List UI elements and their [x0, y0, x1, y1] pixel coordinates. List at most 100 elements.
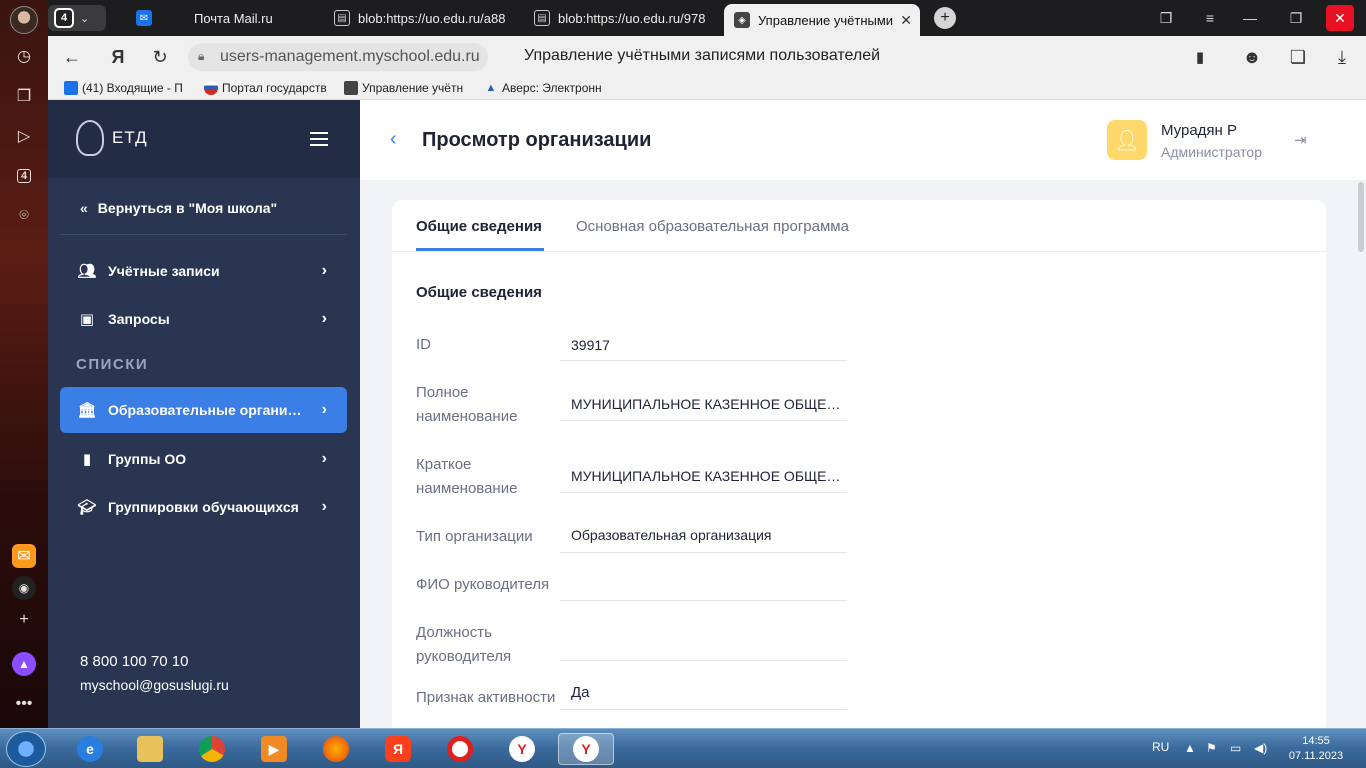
- add-app-icon[interactable]: +: [12, 608, 36, 632]
- bookmark-item[interactable]: Портал государств: [204, 81, 330, 95]
- bookmark-item[interactable]: ▲ Аверс: Электронн: [484, 81, 610, 95]
- chevron-right-icon: ›: [321, 450, 327, 467]
- back-to-myschool-link[interactable]: « Вернуться в "Моя школа": [80, 200, 277, 216]
- sidebar-item-groups[interactable]: ▮ Группы ОО ›: [60, 436, 347, 482]
- organization-card: Общие сведения Основная образовательная …: [392, 200, 1326, 740]
- page-title-in-bar: Управление учётными записями пользовател…: [524, 47, 881, 64]
- media-play-icon[interactable]: ▷: [12, 124, 36, 148]
- tab-title: blob:https://uo.edu.ru/a88: [358, 10, 506, 26]
- yandex-browser-icon[interactable]: Я: [378, 733, 418, 765]
- section-title: Общие сведения: [416, 284, 542, 301]
- download-icon[interactable]: ⤓: [1330, 45, 1354, 69]
- tabs-count-icon[interactable]: 4: [12, 164, 36, 188]
- restore-icon[interactable]: ❐: [1276, 0, 1316, 36]
- alice-app-icon[interactable]: ◉: [12, 576, 36, 600]
- sidebar-item-label: Учётные записи: [108, 263, 220, 279]
- mail-app-icon[interactable]: ✉: [12, 544, 36, 568]
- network-icon[interactable]: ▭: [1230, 741, 1241, 755]
- field-value-director-position: [560, 636, 847, 661]
- media-player-icon[interactable]: ▶: [254, 733, 294, 765]
- field-label: ФИО руководителя: [416, 576, 550, 593]
- bookmark-label: Аверс: Электронн: [502, 81, 602, 95]
- sidebar-item-label: Группы ОО: [108, 451, 187, 467]
- bookmark-item[interactable]: Управление учётн: [344, 81, 468, 95]
- language-indicator[interactable]: RU: [1152, 740, 1169, 754]
- sidebar-item-organizations[interactable]: 🏛︎ Образовательные организации ›: [60, 387, 347, 433]
- screenshot-icon[interactable]: ⌾: [12, 204, 36, 228]
- tab-title: blob:https://uo.edu.ru/978: [558, 10, 706, 26]
- support-email[interactable]: myschool@gosuslugi.ru: [80, 677, 229, 693]
- content-tabs: Общие сведения Основная образовательная …: [392, 200, 1326, 252]
- close-window-button[interactable]: ✕: [1326, 5, 1354, 31]
- browser-tab-2[interactable]: ▤ blob:https://uo.edu.ru/a88: [324, 4, 524, 32]
- tab-title: Управление учётными: [758, 12, 894, 28]
- reload-icon[interactable]: ↻: [148, 45, 172, 69]
- bookmarks-bar: (41) Входящие - П Портал государств Упра…: [48, 78, 1366, 100]
- minimize-icon[interactable]: —: [1230, 0, 1270, 36]
- field-label: ID: [416, 336, 431, 353]
- history-icon[interactable]: ◷: [12, 44, 36, 68]
- sidebar-item-requests[interactable]: ▣ Запросы ›: [60, 296, 347, 342]
- volume-icon[interactable]: ◀): [1254, 741, 1267, 755]
- sidebar-item-label: Запросы: [108, 311, 170, 327]
- yandex-active-icon[interactable]: Y: [558, 733, 614, 765]
- user-avatar-icon[interactable]: 👤︎: [1107, 120, 1147, 160]
- browser-tab-active[interactable]: ◈ Управление учётными ✕: [724, 4, 920, 36]
- profile-avatar[interactable]: [10, 6, 38, 34]
- app-sidebar: ЕТД « Вернуться в "Моя школа" 👥︎ Учётные…: [48, 100, 360, 728]
- assistant-icon[interactable]: ▲: [12, 652, 36, 676]
- menu-icon[interactable]: ≡: [1190, 0, 1230, 36]
- bookmark-item[interactable]: (41) Входящие - П: [64, 81, 188, 95]
- mail-favicon-icon: ✉: [136, 10, 152, 26]
- yandex-icon[interactable]: Y: [502, 733, 542, 765]
- firefox-icon[interactable]: [316, 733, 356, 765]
- sidebar-item-student-groupings[interactable]: 🎓︎ Группировки обучающихся ›: [60, 484, 347, 530]
- tab-main-program[interactable]: Основная образовательная программа: [576, 218, 849, 235]
- document-favicon-icon: ▤: [534, 10, 550, 26]
- extension-icon[interactable]: ☻: [1240, 45, 1264, 69]
- logo-text: ЕТД: [112, 128, 148, 147]
- users-icon: 👥︎: [77, 263, 97, 280]
- field-label: Должность руководителя: [416, 624, 512, 665]
- opera-icon[interactable]: [440, 733, 480, 765]
- bookmark-icon[interactable]: ▮: [1188, 45, 1212, 69]
- page-title: Просмотр организации: [422, 129, 652, 151]
- browser-tab-3[interactable]: ▤ blob:https://uo.edu.ru/978: [524, 4, 724, 32]
- gosuslugi-favicon-icon: [204, 81, 218, 95]
- tabs-collection-icon[interactable]: ❏: [1286, 45, 1310, 69]
- tab-general-info[interactable]: Общие сведения: [416, 218, 542, 235]
- field-value-active: Да: [560, 684, 847, 710]
- url-field[interactable]: 🔒︎ users-management.myschool.edu.ru: [188, 43, 488, 71]
- field-value-id: 39917: [560, 337, 847, 361]
- yandex-icon[interactable]: Я: [106, 45, 130, 69]
- logout-icon[interactable]: ⇥: [1294, 131, 1307, 149]
- tab-count: 4: [54, 8, 74, 28]
- back-chevron-icon[interactable]: ‹: [390, 128, 397, 151]
- collections-icon[interactable]: ❐: [12, 84, 36, 108]
- field-label: Признак активности: [416, 689, 556, 706]
- bookmarks-panel-icon[interactable]: ❒: [1146, 0, 1186, 36]
- chevron-right-icon: ›: [321, 310, 327, 327]
- scrollbar-thumb[interactable]: [1358, 182, 1364, 252]
- hamburger-menu-icon[interactable]: [310, 132, 328, 146]
- explorer-icon[interactable]: [130, 733, 170, 765]
- close-tab-icon[interactable]: ✕: [900, 12, 912, 29]
- institution-icon: 🏛︎: [77, 402, 97, 419]
- back-link-label: Вернуться в "Моя школа": [97, 200, 278, 216]
- owl-favicon-icon: [344, 81, 358, 95]
- clock[interactable]: 14:55 07.11.2023: [1280, 734, 1352, 764]
- url-text: users-management.myschool.edu.ru: [220, 48, 480, 65]
- ie-icon[interactable]: e: [70, 733, 110, 765]
- flag-icon[interactable]: ⚑: [1206, 741, 1217, 755]
- new-tab-button[interactable]: +: [934, 7, 956, 29]
- start-button[interactable]: [6, 731, 46, 767]
- field-label: Краткое наименование: [416, 456, 518, 497]
- browser-tab-1[interactable]: ✉ Почта Mail.ru: [126, 4, 316, 32]
- sidebar-item-accounts[interactable]: 👥︎ Учётные записи ›: [60, 248, 347, 294]
- more-icon[interactable]: •••: [12, 692, 36, 716]
- tray-expand-icon[interactable]: ▲: [1184, 741, 1196, 755]
- back-arrow-icon[interactable]: ←: [60, 45, 84, 69]
- tab-counter-button[interactable]: 4 ⌄: [48, 5, 106, 31]
- chrome-icon[interactable]: [192, 733, 232, 765]
- clock-date: 07.11.2023: [1288, 750, 1344, 762]
